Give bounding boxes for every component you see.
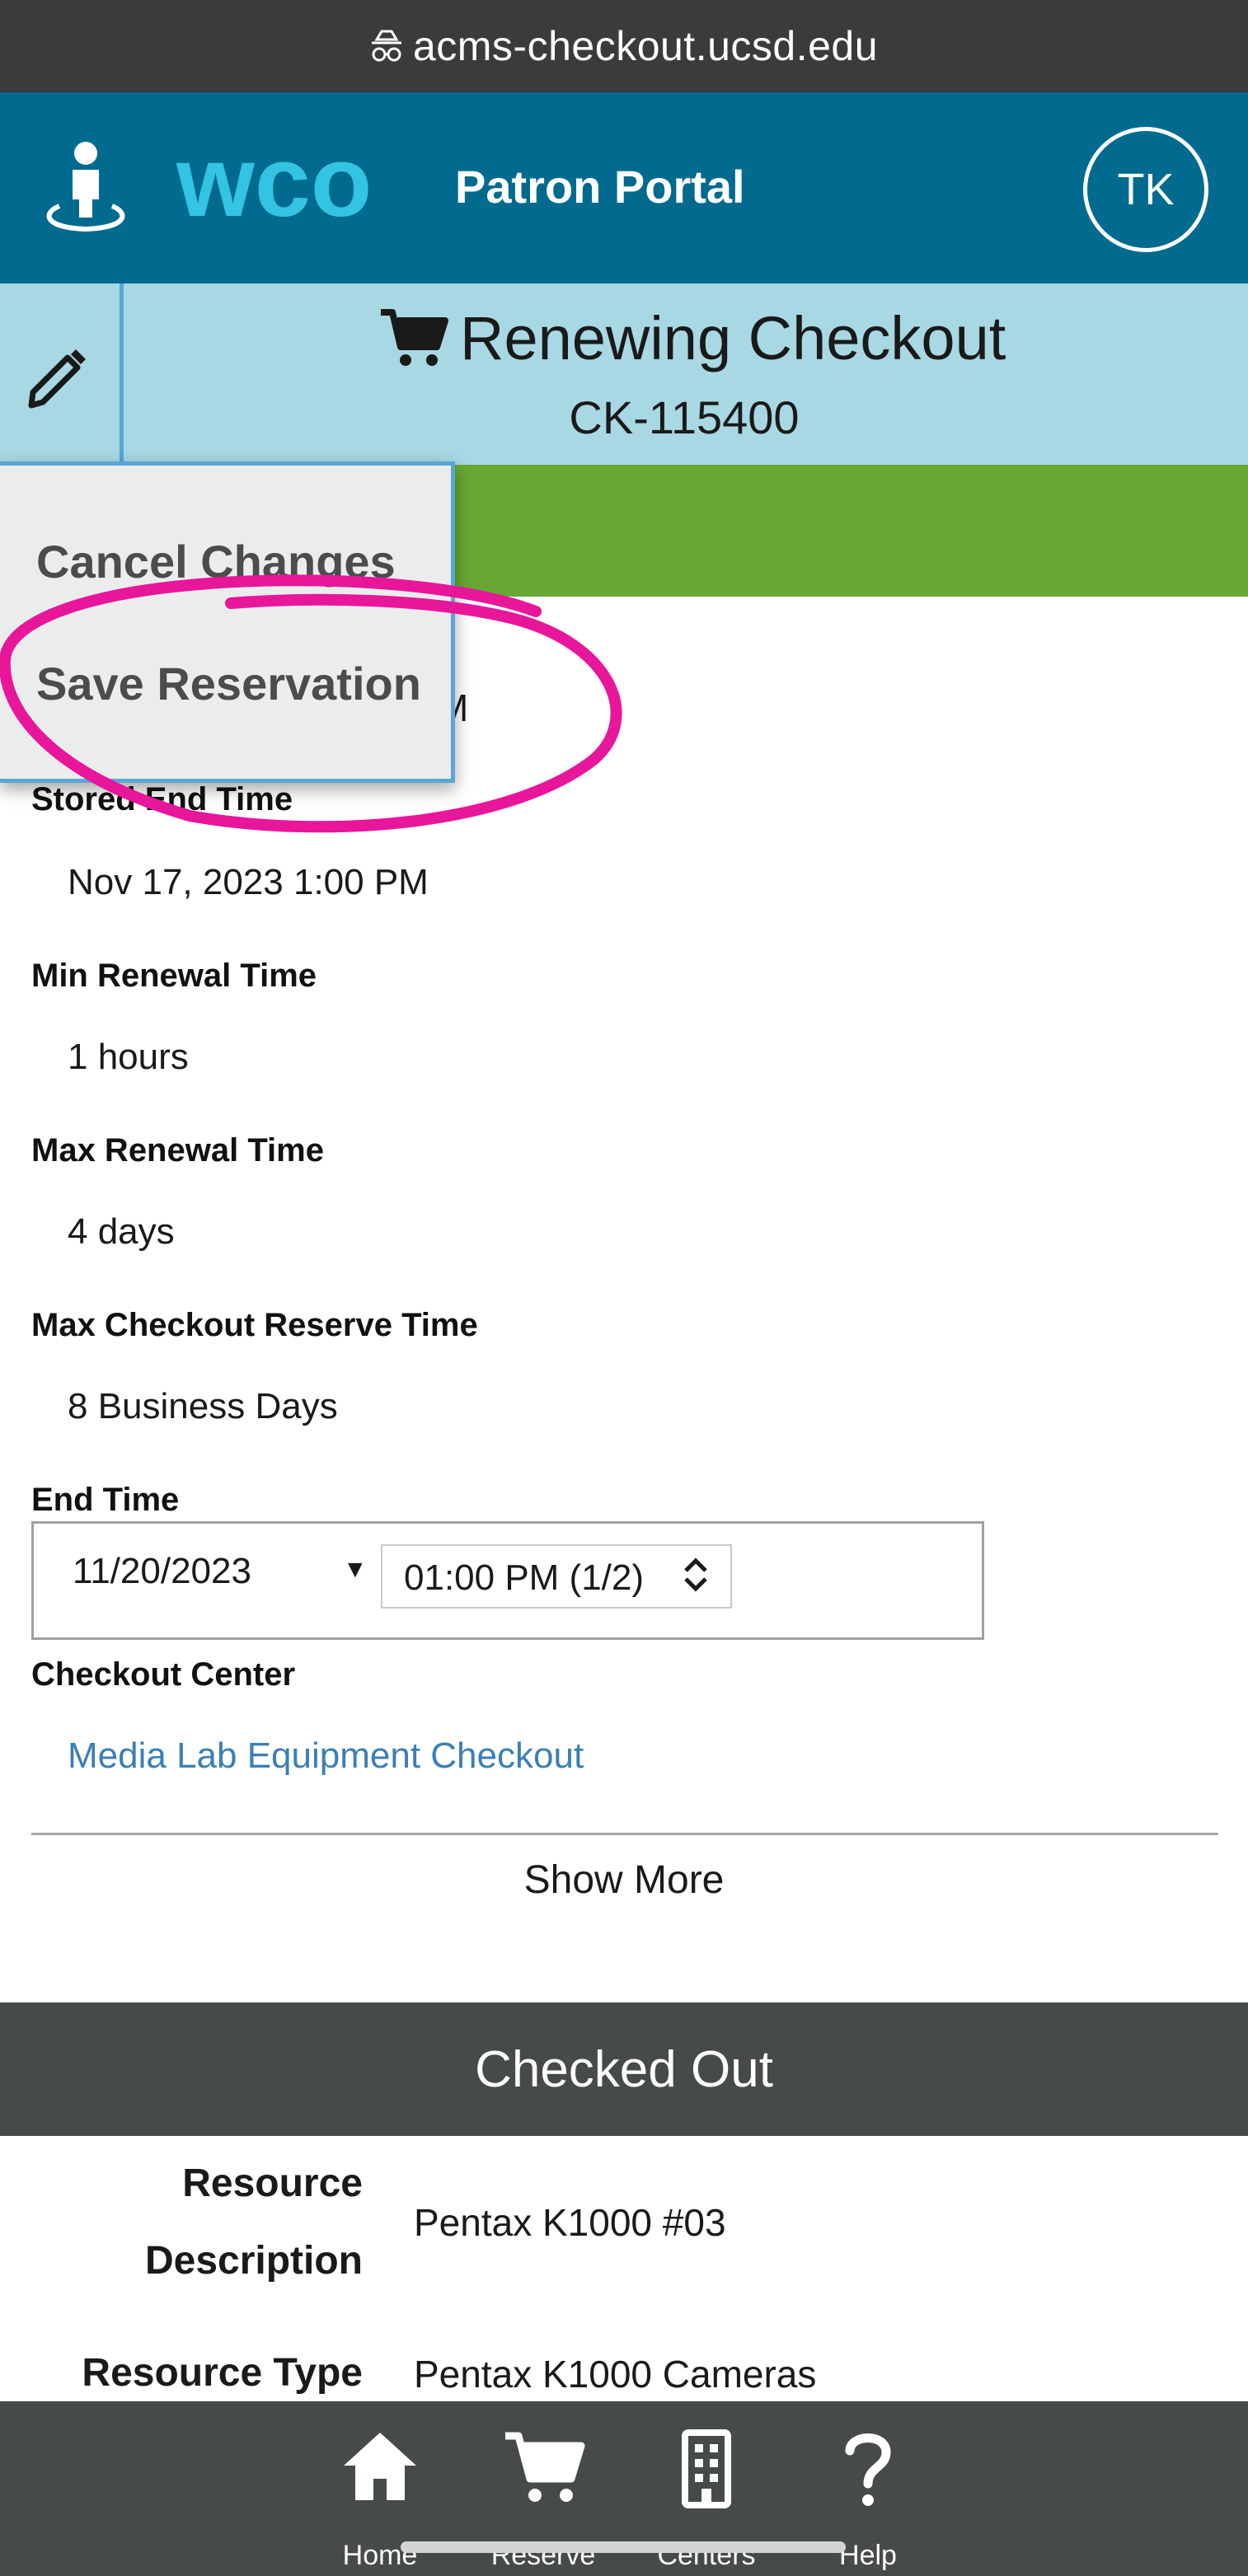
wco-logo: wco — [176, 140, 372, 237]
home-indicator[interactable] — [401, 2541, 846, 2553]
min-renewal-value: 1 hours — [68, 1037, 189, 1077]
cart-icon — [505, 2432, 585, 2502]
checkout-center-link[interactable]: Media Lab Equipment Checkout — [68, 1735, 584, 1777]
stored-end-time-label: Stored End Time — [31, 781, 293, 817]
cancel-changes-menu-item[interactable]: Cancel Changes — [36, 535, 396, 588]
portal-title: Patron Portal — [455, 161, 745, 213]
end-time-label: End Time — [31, 1482, 180, 1518]
incognito-icon — [371, 30, 401, 62]
dropdown-caret-icon[interactable]: ▼ — [343, 1556, 368, 1584]
divider — [31, 1833, 1218, 1835]
max-checkout-label: Max Checkout Reserve Time — [31, 1307, 478, 1343]
max-renewal-value: 4 days — [68, 1211, 175, 1252]
save-reservation-menu-item[interactable]: Save Reservation — [36, 657, 421, 710]
checkout-id: CK-115400 — [569, 391, 800, 443]
person-location-icon — [46, 142, 125, 232]
resource-type-value: Pentax K1000 Cameras — [414, 2353, 817, 2396]
edit-dropdown-menu: Cancel Changes Save Reservation — [0, 461, 455, 783]
browser-url-bar[interactable]: acms-checkout.ucsd.edu — [0, 0, 1248, 92]
resource-type-label: Resource Type — [82, 2351, 363, 2395]
page-title: Renewing Checkout — [379, 303, 1006, 373]
up-down-chevron-icon[interactable] — [679, 1556, 712, 1594]
page-title-text: Renewing Checkout — [460, 304, 1006, 372]
resource-description-label-2: Description — [144, 2239, 363, 2283]
resource-description-value: Pentax K1000 #03 — [414, 2201, 726, 2244]
stored-end-time-value: Nov 17, 2023 1:00 PM — [68, 862, 429, 902]
max-renewal-label: Max Renewal Time — [31, 1132, 324, 1169]
question-mark-icon — [845, 2433, 891, 2506]
checked-out-header: Checked Out — [0, 2002, 1248, 2136]
building-icon — [682, 2429, 731, 2508]
cart-icon — [381, 308, 448, 366]
min-renewal-label: Min Renewal Time — [31, 958, 317, 994]
show-more-button[interactable]: Show More — [0, 1857, 1248, 1903]
checked-out-title: Checked Out — [475, 2040, 773, 2098]
logo-text: wco — [176, 140, 372, 237]
resource-description-label-1: Resource — [182, 2161, 363, 2205]
home-icon — [344, 2433, 416, 2500]
end-date-select[interactable]: 11/20/2023 — [73, 1551, 251, 1592]
app-header: wco Patron Portal TK — [0, 92, 1248, 283]
avatar[interactable]: TK — [1083, 127, 1208, 252]
url-text: acms-checkout.ucsd.edu — [412, 23, 879, 69]
max-checkout-value: 8 Business Days — [68, 1386, 338, 1426]
avatar-initials: TK — [1117, 165, 1175, 214]
end-time-value[interactable]: 01:00 PM (1/2) — [404, 1557, 644, 1599]
checkout-center-label: Checkout Center — [31, 1656, 296, 1693]
